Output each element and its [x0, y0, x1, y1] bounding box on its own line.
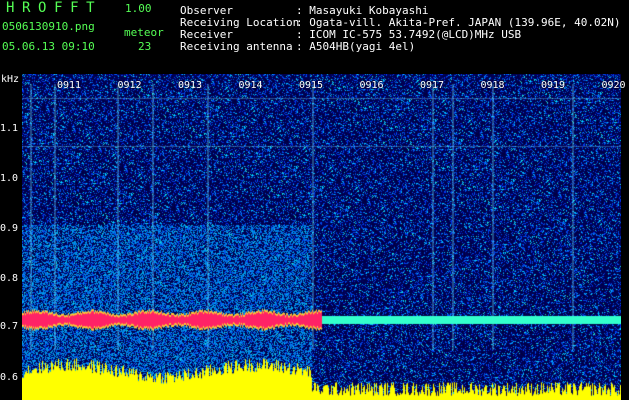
- x-tick-label: 0913: [178, 80, 203, 91]
- y-tick-label: 0.6: [0, 372, 19, 383]
- meteor-label: meteor: [124, 26, 164, 39]
- x-tick-label: 0916: [359, 80, 384, 91]
- app-title: HROFFT: [6, 0, 103, 16]
- header-panel: HROFFT 1.00 0506130910.png meteor 05.06.…: [0, 0, 629, 74]
- x-tick-label: 0920: [601, 80, 626, 91]
- y-tick-label: 1.1: [0, 123, 19, 134]
- x-tick-label: 0919: [541, 80, 566, 91]
- spectrogram-canvas[interactable]: [22, 74, 621, 400]
- y-tick-label: 1.0: [0, 173, 19, 184]
- antenna-value: : A504HB(yagi 4el): [296, 40, 416, 53]
- y-tick-label: 0.8: [0, 273, 19, 284]
- y-tick-label: 0.7: [0, 321, 19, 332]
- y-axis-unit: kHz: [1, 74, 20, 85]
- x-tick-label: 0917: [420, 80, 445, 91]
- meteor-count: 23: [138, 40, 152, 53]
- datetime: 05.06.13 09:10: [2, 40, 95, 53]
- x-tick-label: 0914: [238, 80, 263, 91]
- x-tick-label: 0912: [117, 80, 142, 91]
- x-tick-label: 0918: [480, 80, 505, 91]
- x-tick-label: 0915: [299, 80, 324, 91]
- right-margin: [621, 74, 629, 400]
- antenna-label: Receiving antenna: [180, 40, 293, 53]
- app-version: 1.00: [125, 2, 152, 15]
- y-tick-label: 0.9: [0, 223, 19, 234]
- filename: 0506130910.png: [2, 20, 95, 33]
- x-tick-label: 0911: [57, 80, 82, 91]
